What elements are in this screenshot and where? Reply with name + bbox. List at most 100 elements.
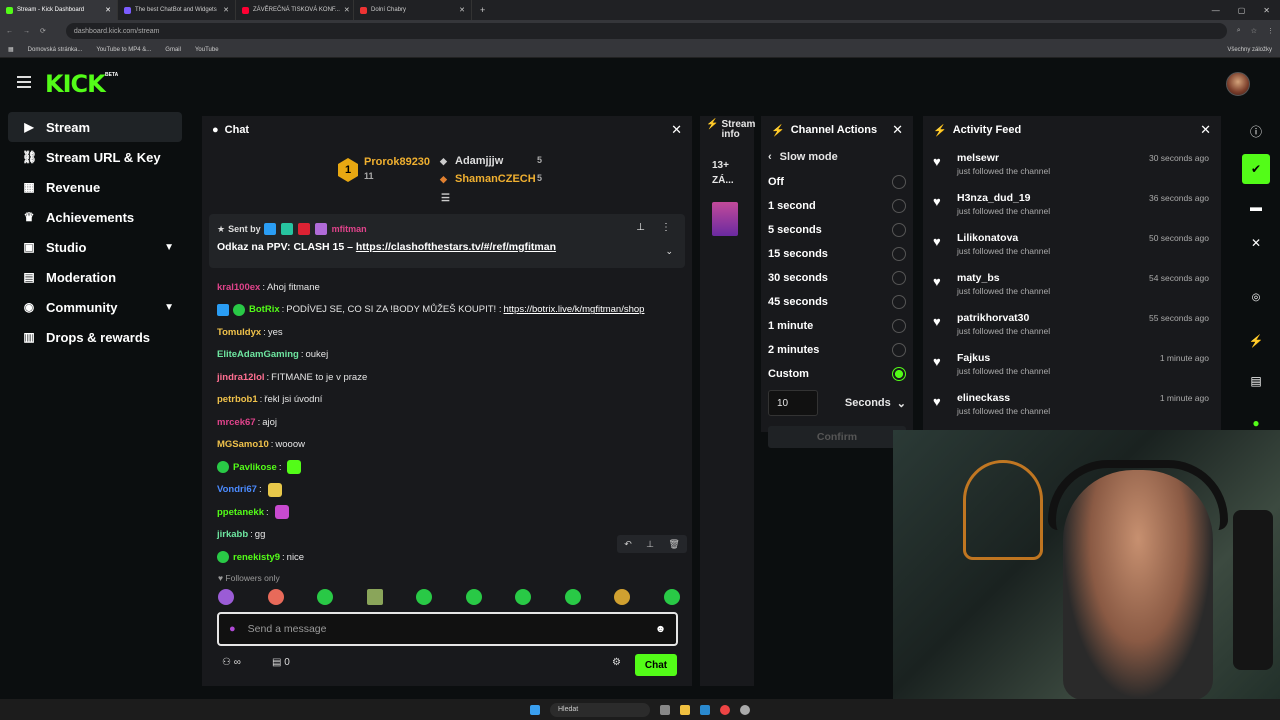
forward-icon[interactable]: → — [23, 28, 30, 35]
back-icon[interactable]: ← — [6, 28, 13, 35]
username[interactable]: jindra12lol — [217, 372, 265, 383]
message-link[interactable]: https://botrix.live/k/mgfitman/shop — [503, 304, 644, 315]
radio-button[interactable] — [892, 223, 906, 237]
follower-name[interactable]: Fajkus — [957, 352, 1050, 364]
chat-input[interactable]: ● Send a message ☻ — [217, 612, 678, 646]
chat-message[interactable]: petrbob1: řekl jsi úvodní — [217, 389, 687, 412]
all-bookmarks[interactable]: Všechny záložky — [1227, 47, 1272, 53]
close-window-icon[interactable]: ✕ — [1263, 6, 1270, 15]
pinned-link[interactable]: https://clashofthestars.tv/#/ref/mgfitma… — [356, 241, 556, 253]
close-tab-icon[interactable]: ✕ — [105, 6, 111, 14]
username[interactable]: Pavlikose — [233, 462, 277, 473]
chat-message[interactable]: EliteAdamGaming: oukej — [217, 344, 687, 367]
close-channel-actions-icon[interactable]: ✕ — [892, 122, 903, 138]
sidebar-item-community[interactable]: ◉ Community ▼ — [8, 292, 182, 322]
taskbar-search[interactable]: Hledat — [550, 702, 650, 717]
close-activity-feed-icon[interactable]: ✕ — [1200, 122, 1211, 138]
radio-button[interactable] — [892, 343, 906, 357]
slow-mode-option-15s[interactable]: 15 seconds — [761, 242, 913, 266]
follower-name[interactable]: patrikhorvat30 — [957, 312, 1050, 324]
user-avatar[interactable] — [1226, 72, 1250, 96]
close-tab-icon[interactable]: ✕ — [459, 6, 465, 14]
leaderboard-user[interactable]: ShamanCZECH — [455, 173, 536, 185]
pin-icon[interactable]: ⊥ — [646, 539, 654, 550]
chat-message[interactable]: MGSamo10: wooow — [217, 434, 687, 457]
chat-message[interactable]: Pavlikose: — [217, 456, 687, 479]
sidebar-item-studio[interactable]: ▣ Studio ▼ — [8, 232, 182, 262]
bookmark-item[interactable]: YouTube to MP4 &... — [96, 47, 151, 53]
browser-tab-chatbot[interactable]: The best ChatBot and Widgets ✕ — [118, 0, 236, 20]
slow-mode-option-5s[interactable]: 5 seconds — [761, 218, 913, 242]
username[interactable]: BotRix — [249, 304, 280, 315]
emote-icon[interactable] — [317, 589, 334, 605]
confirm-button[interactable]: Confirm — [768, 426, 906, 448]
store-icon[interactable] — [700, 704, 710, 715]
emote-icon[interactable] — [515, 589, 532, 605]
slow-mode-option-1m[interactable]: 1 minute — [761, 314, 913, 338]
chat-message[interactable]: ppetanekk: — [217, 501, 687, 524]
slow-mode-option-30s[interactable]: 30 seconds — [761, 266, 913, 290]
close-tab-icon[interactable]: ✕ — [223, 6, 229, 14]
delete-icon[interactable]: 🗑 — [668, 539, 679, 550]
category-thumbnail[interactable] — [712, 202, 738, 236]
pin-icon[interactable]: ⊥ — [636, 222, 645, 233]
minimize-icon[interactable]: — — [1212, 6, 1220, 15]
emote-icon[interactable] — [267, 589, 284, 605]
browser-tab-kick[interactable]: Stream - Kick Dashboard ✕ — [0, 0, 118, 20]
chevron-left-icon[interactable]: ‹ — [768, 151, 772, 163]
zoom-icon[interactable]: ⌕ — [1237, 27, 1241, 35]
radio-button[interactable] — [892, 175, 906, 189]
leaderboard-user[interactable]: Prorok89230 — [364, 156, 430, 168]
chevron-down-icon[interactable]: ⌄ — [665, 246, 673, 257]
chat-message[interactable]: kral100ex: Ahoj fitmane — [217, 276, 687, 299]
follower-name[interactable]: maty_bs — [957, 272, 1050, 284]
follower-name[interactable]: elineckass — [957, 392, 1050, 404]
star-icon[interactable]: ☆ — [1251, 27, 1257, 35]
layout-icon[interactable]: ▬ — [1240, 192, 1272, 222]
slow-mode-option-off[interactable]: Off — [761, 170, 913, 194]
settings-icon[interactable] — [740, 704, 750, 715]
follower-name[interactable]: Lilikonatova — [957, 232, 1050, 244]
emote-icon[interactable] — [416, 589, 433, 605]
bookmark-item[interactable]: Domovská stránka... — [28, 47, 83, 53]
username[interactable]: Vondri67 — [217, 484, 257, 495]
lightning-icon[interactable]: ⚡ — [1240, 326, 1272, 356]
community-points-icon[interactable]: ⚇ ∞ — [222, 657, 241, 668]
chat-message[interactable]: BotRix: PODÍVEJ SE, CO SI ZA !BODY MŮŽEŠ… — [217, 299, 687, 322]
chevron-down-icon[interactable]: ▼ — [164, 302, 174, 313]
username[interactable]: jirkabb — [217, 529, 248, 540]
close-chat-icon[interactable]: ✕ — [671, 122, 682, 138]
emoji-icon[interactable]: ☻ — [655, 623, 666, 635]
browser-tab-youtube[interactable]: ZÁVĚREČNÁ TISKOVÁ KONF... ✕ — [236, 0, 354, 20]
apps-icon[interactable]: ▦ — [8, 46, 14, 53]
username[interactable]: MGSamo10 — [217, 439, 269, 450]
chat-message[interactable]: Tomuldyx: yes — [217, 321, 687, 344]
username[interactable]: Tomuldyx — [217, 327, 261, 338]
chat-message[interactable]: jindra12lol: FITMANE to je v praze — [217, 366, 687, 389]
radio-button[interactable] — [892, 295, 906, 309]
close-tab-icon[interactable]: ✕ — [344, 6, 350, 14]
notes-icon[interactable]: ▤ — [1240, 366, 1272, 396]
slow-mode-option-custom[interactable]: Custom — [761, 362, 913, 386]
slow-mode-back[interactable]: ‹ Slow mode — [761, 144, 913, 170]
emote-icon[interactable] — [663, 589, 680, 605]
radio-button[interactable] — [892, 271, 906, 285]
sidebar-item-stream[interactable]: ▶ Stream — [8, 112, 182, 142]
radio-button[interactable] — [892, 199, 906, 213]
sidebar-item-revenue[interactable]: ▦ Revenue — [8, 172, 182, 202]
reload-icon[interactable]: ⟳ — [40, 27, 46, 35]
follower-name[interactable]: melsewr — [957, 152, 1050, 164]
chat-settings-icon[interactable]: ⚙ — [612, 657, 621, 668]
radio-button[interactable] — [892, 247, 906, 261]
check-icon[interactable]: ✔ — [1242, 154, 1270, 184]
url-field[interactable]: dashboard.kick.com/stream — [65, 23, 1227, 39]
expand-leaderboard-icon[interactable]: ☰ — [441, 193, 450, 204]
radio-button-selected[interactable] — [892, 367, 906, 381]
username[interactable]: renekisty9 — [233, 552, 280, 563]
maximize-icon[interactable]: ▢ — [1238, 6, 1246, 15]
points-counter[interactable]: ▤ 0 — [272, 657, 290, 668]
username[interactable]: mrcek67 — [217, 417, 256, 428]
sidebar-item-stream-url-key[interactable]: ⛓ Stream URL & Key — [8, 142, 182, 172]
emote-icon[interactable] — [465, 589, 482, 605]
custom-value-input[interactable]: 10 — [768, 390, 818, 416]
